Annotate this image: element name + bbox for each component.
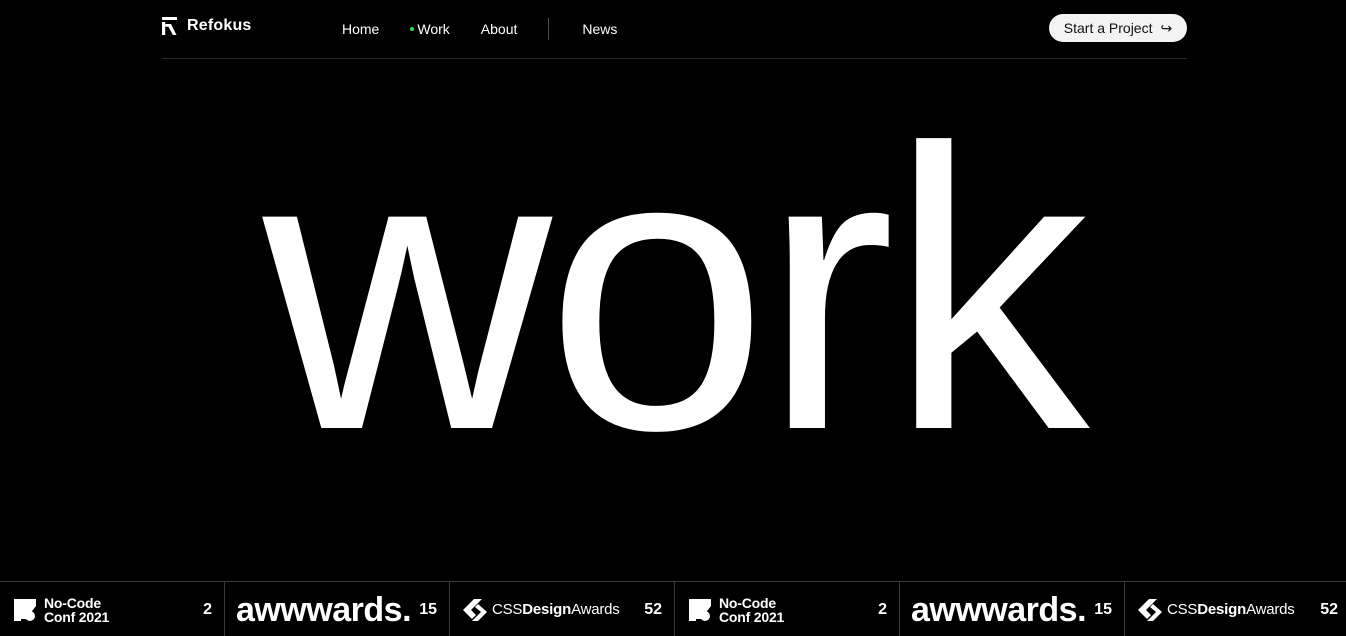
nocode-conf-text: No-Code Conf 2021: [719, 596, 784, 624]
nav-work-label: Work: [417, 21, 450, 37]
nav-work-link[interactable]: Work: [410, 19, 450, 39]
award-nocode: No-Code Conf 2021 2: [675, 582, 900, 636]
nav-about-link[interactable]: About: [481, 19, 518, 39]
awwwards-logo: awwwards.: [236, 590, 412, 629]
nocode-line1: No-Code: [719, 594, 776, 611]
start-project-label: Start a Project: [1063, 20, 1153, 36]
nav-divider: [548, 18, 550, 40]
cssda-logo: CSSDesignAwards: [1137, 598, 1295, 622]
awards-strip: No-Code Conf 2021 2 awwwards. 15 CSSDesi…: [0, 581, 1346, 636]
cssda-wordmark-awards: Awards: [571, 601, 620, 618]
award-awwwards: awwwards. 15: [900, 582, 1125, 636]
cssda-wordmark-design: Design: [1197, 601, 1247, 618]
nocode-line2: Conf 2021: [44, 608, 110, 625]
cssda-wordmark: CSSDesignAwards: [1167, 601, 1295, 618]
hero-heading: work: [262, 66, 1090, 513]
nocode-conf-logo: No-Code Conf 2021: [687, 596, 784, 624]
arrow-return-right-icon: ↪: [1160, 20, 1173, 36]
cssda-wordmark-css: CSS: [492, 601, 523, 618]
nav-news-link[interactable]: News: [582, 19, 617, 39]
brand-link[interactable]: Refokus: [162, 17, 252, 35]
cssda-logo-icon: [1138, 598, 1162, 621]
nocode-line1: No-Code: [44, 594, 101, 611]
nocode-conf-logo: No-Code Conf 2021: [12, 596, 109, 624]
award-awwwards: awwwards. 15: [225, 582, 450, 636]
cssda-logo-icon: [463, 598, 487, 621]
nocode-logo-icon: [689, 598, 711, 621]
refokus-logo-icon: [162, 17, 177, 35]
nocode-line2: Conf 2021: [719, 608, 785, 625]
cssda-wordmark: CSSDesignAwards: [492, 601, 620, 618]
main-nav: Home Work About News: [342, 18, 617, 40]
award-count: 15: [419, 601, 437, 618]
nav-home-link[interactable]: Home: [342, 19, 379, 39]
nocode-conf-text: No-Code Conf 2021: [44, 596, 109, 624]
active-indicator-dot: [410, 27, 415, 31]
start-project-button[interactable]: Start a Project ↪: [1049, 14, 1187, 42]
award-cssda: CSSDesignAwards 52: [1125, 582, 1346, 636]
award-count: 2: [203, 601, 212, 618]
nocode-logo-icon: [14, 598, 36, 621]
cssda-logo: CSSDesignAwards: [462, 598, 620, 622]
brand-name: Refokus: [187, 17, 252, 34]
award-count: 2: [878, 601, 887, 618]
page: Refokus Home Work About News Start a Pro…: [0, 0, 1346, 636]
award-count: 52: [1320, 601, 1338, 618]
awwwards-logo: awwwards.: [911, 590, 1087, 629]
award-count: 52: [644, 601, 662, 618]
cssda-wordmark-awards: Awards: [1246, 601, 1295, 618]
cssda-wordmark-css: CSS: [1167, 601, 1198, 618]
cssda-wordmark-design: Design: [522, 601, 572, 618]
award-nocode: No-Code Conf 2021 2: [0, 582, 225, 636]
award-cssda: CSSDesignAwards 52: [450, 582, 675, 636]
award-count: 15: [1094, 601, 1112, 618]
